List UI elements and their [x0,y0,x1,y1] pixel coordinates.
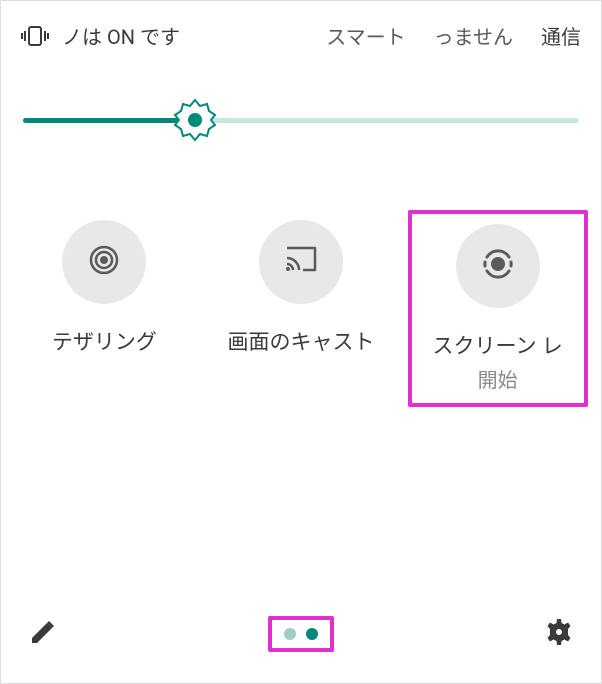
status-bar: ノは ON です スマート っません 通信 [1,1,601,60]
tile-sublabel: 開始 [478,364,518,393]
tile-screen-record[interactable]: スクリーン レ 開始 [408,210,588,407]
tile-label: 画面のキャスト [227,326,374,356]
brightness-slider[interactable] [23,100,579,140]
edit-button[interactable] [23,614,63,654]
tile-label: テザリング [52,326,157,356]
quick-tiles-row: テザリング 画面のキャスト [1,190,601,427]
pencil-icon [29,618,57,650]
page-dot-2 [306,628,318,640]
tile-circle [456,224,540,308]
slider-thumb[interactable] [173,98,217,142]
page-dot-1 [284,628,296,640]
tile-circle [259,220,343,304]
screen-record-icon [478,244,518,288]
tile-tethering[interactable]: テザリング [14,210,194,407]
hotspot-icon [84,240,124,284]
tile-circle [62,220,146,304]
gear-icon [544,617,574,651]
cast-icon [281,240,321,284]
tile-label: スクリーン レ [433,330,563,360]
vibrate-icon [21,25,49,47]
status-text-partial: っません [434,21,513,50]
status-text-vibrate: ノは ON です [62,21,180,50]
page-indicator[interactable] [268,616,334,652]
bottom-bar [1,603,601,683]
slider-fill [23,118,195,123]
settings-button[interactable] [539,614,579,654]
status-text-comm: 通信 [541,21,581,50]
tile-cast[interactable]: 画面のキャスト [211,210,391,407]
status-text-smart: スマート [326,21,405,50]
